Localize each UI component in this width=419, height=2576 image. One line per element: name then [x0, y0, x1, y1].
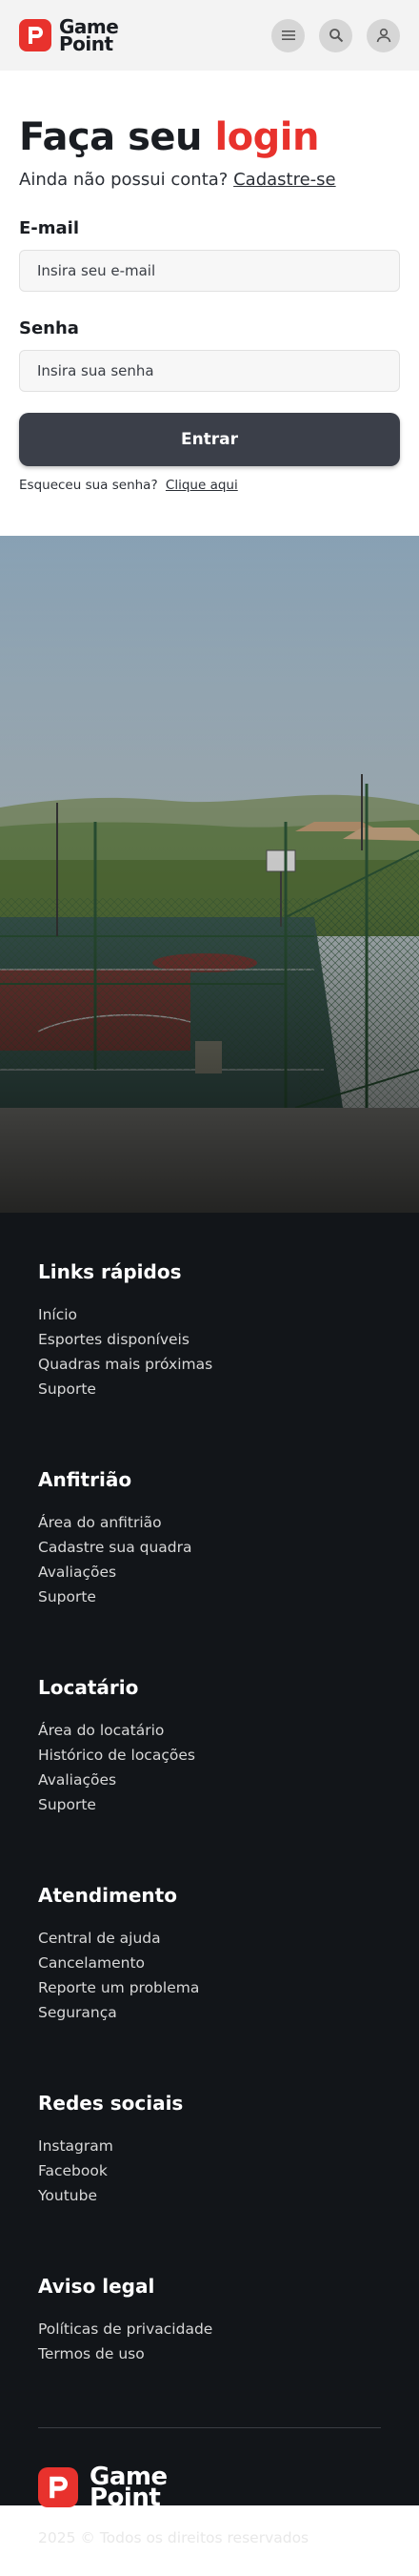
footer-link[interactable]: Segurança — [38, 2000, 381, 2025]
title-part1: Faça seu — [19, 115, 203, 159]
brand-name: Game Point — [59, 17, 119, 55]
footer-section-title: Links rápidos — [38, 1260, 182, 1283]
footer-section-title: Atendimento — [38, 1884, 177, 1907]
page: Game Point Faça seu login Ainda não poss… — [0, 0, 419, 2576]
footer-link[interactable]: Facebook — [38, 2158, 381, 2183]
footer-section-title: Anfitrião — [38, 1468, 132, 1491]
site-footer: Links rápidos Início Esportes disponívei… — [0, 1213, 419, 2546]
signup-prompt: Ainda não possui conta? Cadastre-se — [19, 170, 400, 190]
forgot-password-link[interactable]: Clique aqui — [166, 478, 238, 493]
hero-image — [0, 536, 419, 1213]
footer-link[interactable]: Cadastre sua quadra — [38, 1535, 381, 1560]
footer-link[interactable]: Instagram — [38, 2134, 381, 2158]
footer-link[interactable]: Início — [38, 1302, 381, 1327]
footer-brand-name: Game Point — [90, 2464, 168, 2512]
search-icon — [329, 29, 343, 43]
footer-section-support: Atendimento Central de ajuda Cancelament… — [38, 1884, 381, 2025]
signup-prompt-text: Ainda não possui conta? — [19, 170, 229, 190]
footer-section-quick-links: Links rápidos Início Esportes disponívei… — [38, 1260, 381, 1401]
copyright: 2025 © Todos os direitos reservados — [38, 2529, 309, 2546]
footer-link[interactable]: Histórico de locações — [38, 1743, 381, 1768]
menu-button[interactable] — [271, 18, 305, 52]
page-title: Faça seu login — [19, 114, 400, 160]
footer-link[interactable]: Suporte — [38, 1377, 381, 1401]
title-part2: login — [214, 115, 319, 159]
brand-logo[interactable]: Game Point — [19, 17, 119, 55]
footer-link[interactable]: Reporte um problema — [38, 1975, 381, 2000]
footer-link[interactable]: Central de ajuda — [38, 1926, 381, 1951]
footer-section-social: Redes sociais Instagram Facebook Youtube — [38, 2092, 381, 2208]
footer-brand-logo-icon — [38, 2467, 78, 2507]
footer-link[interactable]: Termos de uso — [38, 2341, 381, 2366]
footer-section-title: Redes sociais — [38, 2092, 184, 2115]
menu-icon — [281, 31, 295, 40]
footer-link[interactable]: Youtube — [38, 2183, 381, 2208]
forgot-password-text: Esqueceu sua senha? — [19, 478, 158, 493]
brand-name-line2: Point — [59, 32, 113, 55]
forgot-password: Esqueceu sua senha? Clique aqui — [19, 478, 400, 493]
footer-link[interactable]: Suporte — [38, 1792, 381, 1817]
footer-section-host: Anfitrião Área do anfitrião Cadastre sua… — [38, 1468, 381, 1609]
footer-link[interactable]: Área do locatário — [38, 1718, 381, 1743]
footer-section-tenant: Locatário Área do locatário Histórico de… — [38, 1676, 381, 1817]
footer-section-legal: Aviso legal Políticas de privacidade Ter… — [38, 2275, 381, 2366]
footer-section-title: Locatário — [38, 1676, 139, 1699]
top-header: Game Point — [0, 0, 419, 71]
footer-section-title: Aviso legal — [38, 2275, 155, 2298]
sports-court-photo — [0, 536, 419, 1213]
footer-divider — [38, 2427, 381, 2428]
footer-link[interactable]: Esportes disponíveis — [38, 1327, 381, 1352]
footer-brand-name-line2: Point — [90, 2484, 161, 2512]
footer-link[interactable]: Avaliações — [38, 1560, 381, 1584]
footer-link[interactable]: Área do anfitrião — [38, 1510, 381, 1535]
footer-link[interactable]: Quadras mais próximas — [38, 1352, 381, 1377]
footer-link[interactable]: Políticas de privacidade — [38, 2317, 381, 2341]
footer-brand-logo[interactable]: Game Point — [38, 2464, 381, 2512]
footer-link[interactable]: Avaliações — [38, 1768, 381, 1792]
email-label: E-mail — [19, 218, 80, 238]
login-section: Faça seu login Ainda não possui conta? C… — [0, 71, 419, 536]
account-button[interactable] — [367, 18, 400, 52]
email-field[interactable] — [19, 250, 400, 292]
signup-link[interactable]: Cadastre-se — [233, 170, 336, 190]
brand-logo-icon — [19, 19, 51, 51]
footer-link[interactable]: Suporte — [38, 1584, 381, 1609]
header-actions — [271, 18, 400, 52]
password-label: Senha — [19, 318, 79, 338]
login-button[interactable]: Entrar — [19, 413, 400, 466]
footer-link[interactable]: Cancelamento — [38, 1951, 381, 1975]
password-field[interactable] — [19, 350, 400, 392]
search-button[interactable] — [319, 18, 352, 52]
user-icon — [376, 28, 390, 43]
